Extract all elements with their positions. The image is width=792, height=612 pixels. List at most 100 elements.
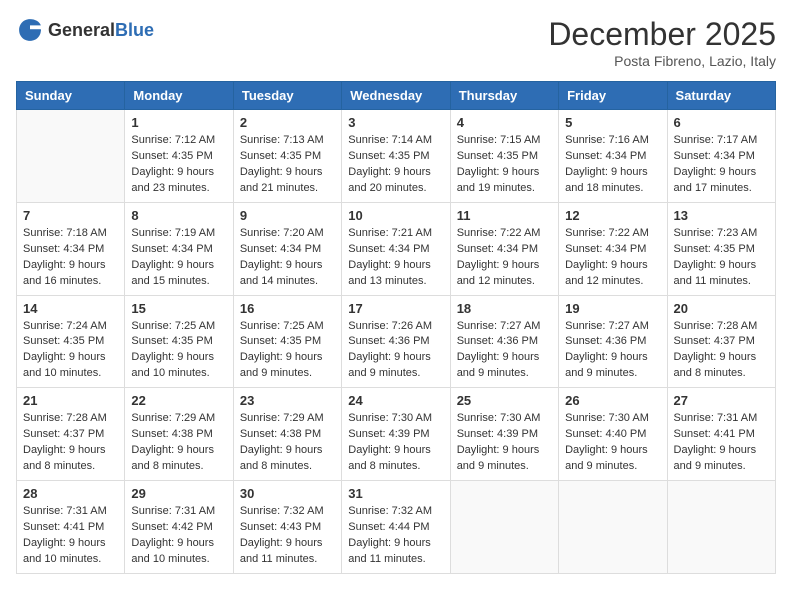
day-number: 13 (674, 208, 769, 223)
day-info: Sunrise: 7:12 AMSunset: 4:35 PMDaylight:… (131, 133, 226, 197)
day-number: 8 (131, 208, 226, 223)
week-row-0: 1 Sunrise: 7:12 AMSunset: 4:35 PMDaylight… (17, 110, 776, 203)
day-info: Sunrise: 7:25 AMSunset: 4:35 PMDaylight:… (131, 319, 226, 383)
day-number: 24 (348, 393, 443, 408)
page-header: GeneralBlue December 2025 Posta Fibreno,… (16, 16, 776, 69)
day-info: Sunrise: 7:14 AMSunset: 4:35 PMDaylight:… (348, 133, 443, 197)
day-info: Sunrise: 7:28 AMSunset: 4:37 PMDaylight:… (674, 319, 769, 383)
day-cell: 27 Sunrise: 7:31 AMSunset: 4:41 PMDayligh… (667, 388, 775, 481)
day-number: 6 (674, 115, 769, 130)
day-info: Sunrise: 7:19 AMSunset: 4:34 PMDaylight:… (131, 226, 226, 290)
day-number: 19 (565, 301, 660, 316)
day-cell: 8 Sunrise: 7:19 AMSunset: 4:34 PMDaylight… (125, 202, 233, 295)
day-cell: 26Sunrise: 7:30 AMSunset: 4:40 PMDayligh… (559, 388, 667, 481)
title-block: December 2025 Posta Fibreno, Lazio, Ital… (548, 16, 776, 69)
day-info: Sunrise: 7:31 AMSunset: 4:41 PMDaylight:… (674, 411, 769, 475)
header-cell-monday: Monday (125, 82, 233, 110)
day-number: 15 (131, 301, 226, 316)
day-info: Sunrise: 7:30 AMSunset: 4:39 PMDaylight:… (457, 411, 552, 475)
day-cell: 23 Sunrise: 7:29 AMSunset: 4:38 PMDayligh… (233, 388, 341, 481)
week-row-2: 14Sunrise: 7:24 AMSunset: 4:35 PMDayligh… (17, 295, 776, 388)
header-cell-saturday: Saturday (667, 82, 775, 110)
day-cell: 24 Sunrise: 7:30 AMSunset: 4:39 PMDayligh… (342, 388, 450, 481)
day-number: 18 (457, 301, 552, 316)
day-info: Sunrise: 7:13 AMSunset: 4:35 PMDaylight:… (240, 133, 335, 197)
week-row-1: 7 Sunrise: 7:18 AMSunset: 4:34 PMDaylight… (17, 202, 776, 295)
day-cell: 25 Sunrise: 7:30 AMSunset: 4:39 PMDayligh… (450, 388, 558, 481)
day-info: Sunrise: 7:30 AMSunset: 4:39 PMDaylight:… (348, 411, 443, 475)
day-cell: 14Sunrise: 7:24 AMSunset: 4:35 PMDayligh… (17, 295, 125, 388)
day-cell: 11 Sunrise: 7:22 AMSunset: 4:34 PMDayligh… (450, 202, 558, 295)
day-number: 7 (23, 208, 118, 223)
day-cell (559, 481, 667, 574)
day-info: Sunrise: 7:20 AMSunset: 4:34 PMDaylight:… (240, 226, 335, 290)
day-cell (17, 110, 125, 203)
day-info: Sunrise: 7:18 AMSunset: 4:34 PMDaylight:… (23, 226, 118, 290)
day-info: Sunrise: 7:23 AMSunset: 4:35 PMDaylight:… (674, 226, 769, 290)
calendar-header: SundayMondayTuesdayWednesdayThursdayFrid… (17, 82, 776, 110)
header-cell-tuesday: Tuesday (233, 82, 341, 110)
day-number: 16 (240, 301, 335, 316)
day-cell: 22 Sunrise: 7:29 AMSunset: 4:38 PMDayligh… (125, 388, 233, 481)
day-cell: 5Sunrise: 7:16 AMSunset: 4:34 PMDaylight… (559, 110, 667, 203)
day-number: 1 (131, 115, 226, 130)
day-cell: 16Sunrise: 7:25 AMSunset: 4:35 PMDayligh… (233, 295, 341, 388)
day-info: Sunrise: 7:22 AMSunset: 4:34 PMDaylight:… (565, 226, 660, 290)
day-info: Sunrise: 7:28 AMSunset: 4:37 PMDaylight:… (23, 411, 118, 475)
day-cell: 28 Sunrise: 7:31 AMSunset: 4:41 PMDayligh… (17, 481, 125, 574)
day-info: Sunrise: 7:27 AMSunset: 4:36 PMDaylight:… (457, 319, 552, 383)
day-cell: 4 Sunrise: 7:15 AMSunset: 4:35 PMDaylight… (450, 110, 558, 203)
day-number: 4 (457, 115, 552, 130)
day-number: 5 (565, 115, 660, 130)
location: Posta Fibreno, Lazio, Italy (548, 53, 776, 69)
day-number: 31 (348, 486, 443, 501)
day-cell (667, 481, 775, 574)
day-number: 10 (348, 208, 443, 223)
day-number: 2 (240, 115, 335, 130)
day-number: 29 (131, 486, 226, 501)
day-number: 12 (565, 208, 660, 223)
day-info: Sunrise: 7:32 AMSunset: 4:44 PMDaylight:… (348, 504, 443, 568)
header-cell-wednesday: Wednesday (342, 82, 450, 110)
day-number: 30 (240, 486, 335, 501)
day-number: 22 (131, 393, 226, 408)
day-info: Sunrise: 7:31 AMSunset: 4:42 PMDaylight:… (131, 504, 226, 568)
day-cell: 12 Sunrise: 7:22 AMSunset: 4:34 PMDayligh… (559, 202, 667, 295)
day-info: Sunrise: 7:15 AMSunset: 4:35 PMDaylight:… (457, 133, 552, 197)
header-cell-friday: Friday (559, 82, 667, 110)
day-number: 9 (240, 208, 335, 223)
day-info: Sunrise: 7:22 AMSunset: 4:34 PMDaylight:… (457, 226, 552, 290)
day-info: Sunrise: 7:32 AMSunset: 4:43 PMDaylight:… (240, 504, 335, 568)
logo-text: GeneralBlue (48, 20, 154, 41)
day-number: 3 (348, 115, 443, 130)
day-info: Sunrise: 7:29 AMSunset: 4:38 PMDaylight:… (131, 411, 226, 475)
calendar-body: 1 Sunrise: 7:12 AMSunset: 4:35 PMDaylight… (17, 110, 776, 574)
day-number: 25 (457, 393, 552, 408)
day-cell: 19Sunrise: 7:27 AMSunset: 4:36 PMDayligh… (559, 295, 667, 388)
day-info: Sunrise: 7:21 AMSunset: 4:34 PMDaylight:… (348, 226, 443, 290)
day-cell: 2 Sunrise: 7:13 AMSunset: 4:35 PMDaylight… (233, 110, 341, 203)
day-info: Sunrise: 7:29 AMSunset: 4:38 PMDaylight:… (240, 411, 335, 475)
day-number: 27 (674, 393, 769, 408)
day-number: 21 (23, 393, 118, 408)
day-number: 26 (565, 393, 660, 408)
day-cell (450, 481, 558, 574)
week-row-3: 21 Sunrise: 7:28 AMSunset: 4:37 PMDayligh… (17, 388, 776, 481)
day-info: Sunrise: 7:17 AMSunset: 4:34 PMDaylight:… (674, 133, 769, 197)
day-number: 11 (457, 208, 552, 223)
day-cell: 30 Sunrise: 7:32 AMSunset: 4:43 PMDayligh… (233, 481, 341, 574)
day-cell: 1 Sunrise: 7:12 AMSunset: 4:35 PMDaylight… (125, 110, 233, 203)
day-number: 28 (23, 486, 118, 501)
header-row: SundayMondayTuesdayWednesdayThursdayFrid… (17, 82, 776, 110)
calendar-table: SundayMondayTuesdayWednesdayThursdayFrid… (16, 81, 776, 574)
day-cell: 31 Sunrise: 7:32 AMSunset: 4:44 PMDayligh… (342, 481, 450, 574)
day-number: 20 (674, 301, 769, 316)
day-cell: 13 Sunrise: 7:23 AMSunset: 4:35 PMDayligh… (667, 202, 775, 295)
day-cell: 18 Sunrise: 7:27 AMSunset: 4:36 PMDayligh… (450, 295, 558, 388)
logo: GeneralBlue (16, 16, 154, 44)
header-cell-sunday: Sunday (17, 82, 125, 110)
day-info: Sunrise: 7:31 AMSunset: 4:41 PMDaylight:… (23, 504, 118, 568)
day-number: 23 (240, 393, 335, 408)
day-cell: 10 Sunrise: 7:21 AMSunset: 4:34 PMDayligh… (342, 202, 450, 295)
day-cell: 3 Sunrise: 7:14 AMSunset: 4:35 PMDaylight… (342, 110, 450, 203)
